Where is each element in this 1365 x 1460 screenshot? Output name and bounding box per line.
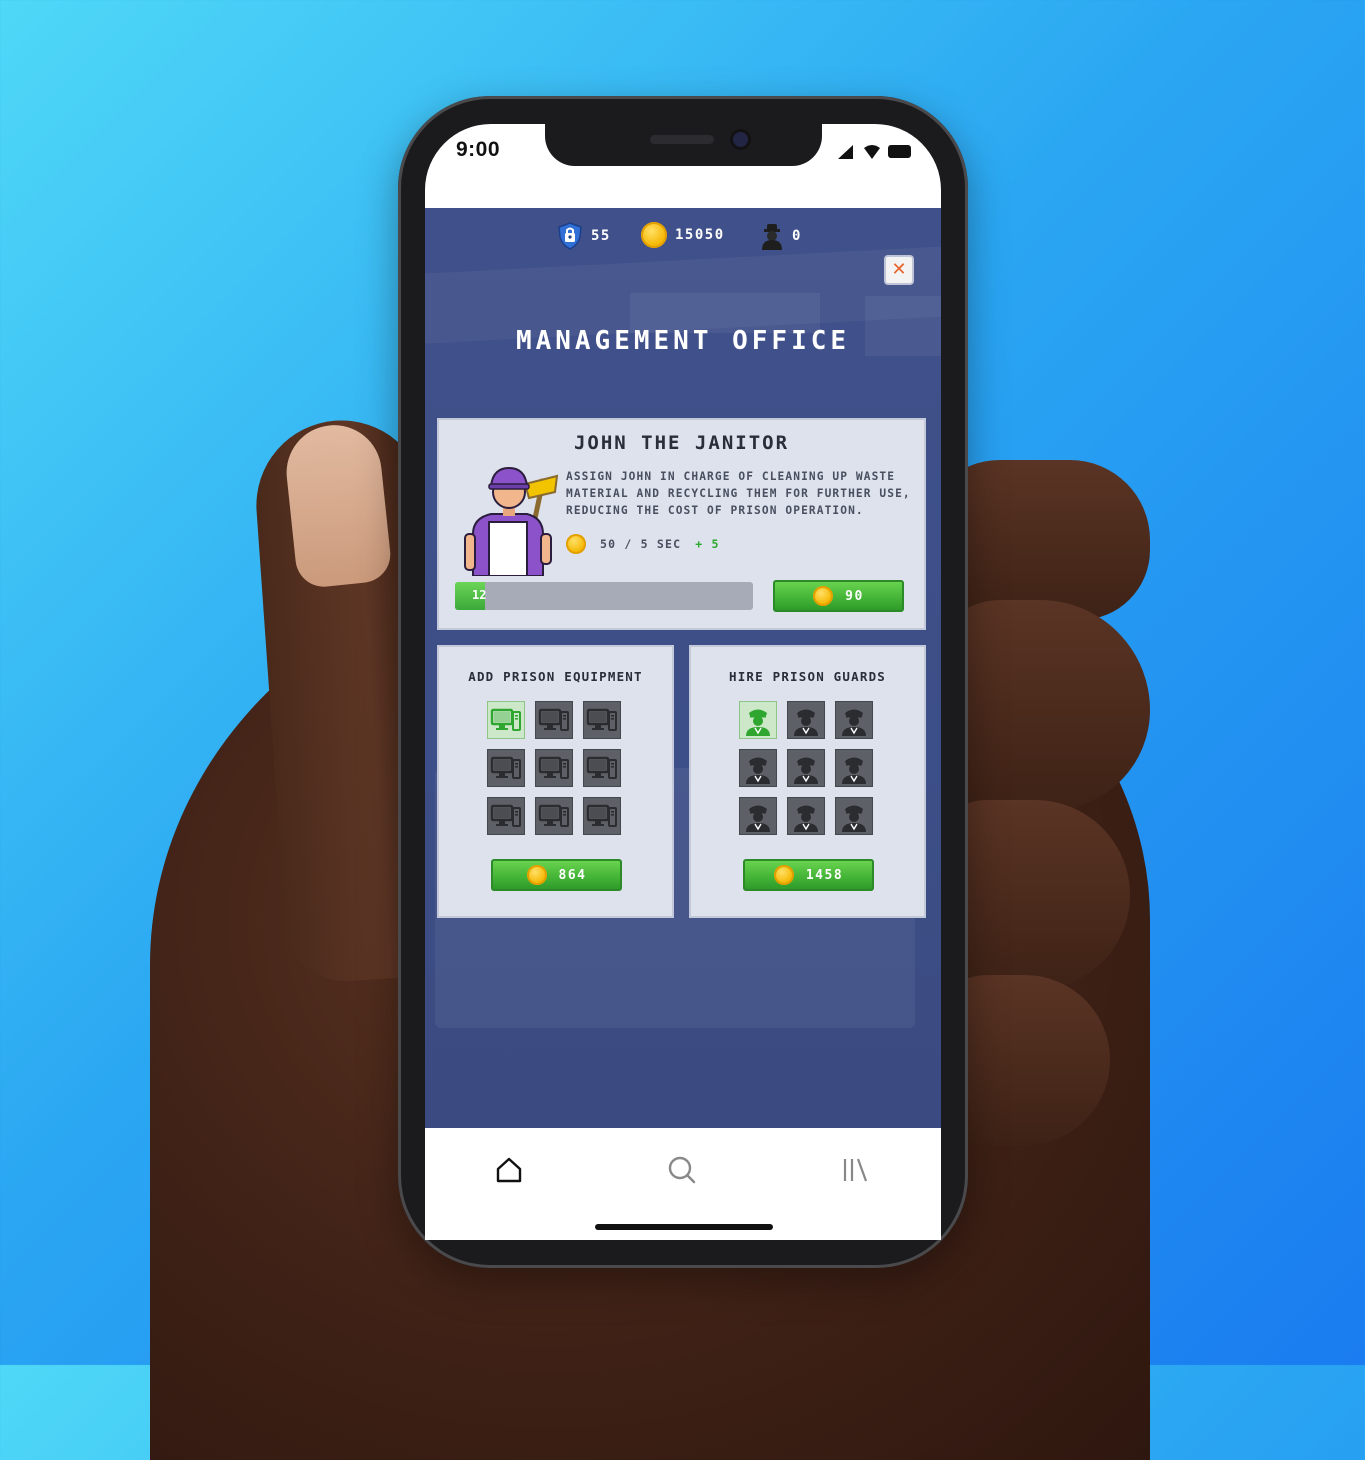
computer-icon: [586, 708, 617, 731]
page-title: MANAGEMENT OFFICE: [515, 326, 851, 356]
guards-card: HIRE PRISON GUARDS 1458: [689, 645, 926, 918]
guard-icon: [794, 709, 818, 736]
status-time: 9:00: [456, 138, 501, 161]
coin-icon: [641, 222, 667, 248]
home-indicator: [595, 1224, 773, 1230]
janitor-avatar: [464, 466, 559, 576]
library-icon: [843, 1158, 868, 1182]
coin-icon: [526, 865, 547, 885]
janitor-progress-bar: 12: [455, 582, 753, 610]
janitor-card: JOHN THE JANITOR ASSIGN JOHN IN CHARGE O…: [437, 418, 926, 630]
coin-icon: [566, 534, 586, 554]
equipment-slot[interactable]: [583, 797, 621, 835]
computer-icon: [490, 804, 521, 827]
computer-icon: [586, 804, 617, 827]
equipment-slot[interactable]: [535, 701, 573, 739]
guard-icon: [746, 757, 770, 784]
guards-cost: 1458: [805, 867, 844, 883]
guard-icon: [842, 757, 866, 784]
rate-value: 50 / 5 SEC: [600, 537, 682, 551]
nav-home[interactable]: [489, 1150, 529, 1190]
guard-slot[interactable]: [787, 749, 825, 787]
close-button[interactable]: ✕: [884, 255, 914, 285]
guards-grid: [739, 701, 879, 835]
hud-prisoners: 0: [760, 222, 802, 250]
equipment-slot[interactable]: [487, 797, 525, 835]
guard-slot[interactable]: [835, 797, 873, 835]
guard-icon: [842, 709, 866, 736]
rate-bonus: + 5: [695, 537, 720, 551]
income-rate: 50 / 5 SEC + 5: [566, 534, 720, 554]
camera: [733, 132, 748, 147]
equipment-slot[interactable]: [487, 749, 525, 787]
coin-count: 15050: [675, 227, 725, 243]
computer-icon: [538, 708, 569, 731]
equipment-cost: 864: [558, 867, 587, 883]
signal-icon: [838, 145, 853, 159]
buy-equipment-button[interactable]: 864: [491, 859, 622, 891]
equipment-grid: [487, 701, 627, 835]
equipment-slot[interactable]: [487, 701, 525, 739]
prisoner-count: 0: [792, 228, 802, 244]
guards-title: HIRE PRISON GUARDS: [728, 669, 887, 684]
equipment-slot[interactable]: [535, 749, 573, 787]
guard-icon: [842, 805, 866, 832]
guard-icon: [746, 709, 770, 736]
coin-icon: [773, 865, 794, 885]
equipment-slot[interactable]: [535, 797, 573, 835]
shield-icon: [558, 222, 582, 250]
computer-icon: [586, 756, 617, 779]
upgrade-janitor-button[interactable]: 90: [773, 580, 904, 612]
hud-bar: 55 15050 0: [425, 222, 941, 252]
upgrade-cost: 90: [845, 588, 864, 604]
notch: [545, 124, 822, 166]
guard-slot[interactable]: [835, 701, 873, 739]
janitor-name: JOHN THE JANITOR: [573, 432, 790, 454]
prisoner-icon: [762, 224, 782, 250]
hire-guard-button[interactable]: 1458: [743, 859, 874, 891]
guard-icon: [794, 757, 818, 784]
guard-icon: [794, 805, 818, 832]
computer-icon: [538, 756, 569, 779]
home-icon: [496, 1157, 522, 1183]
shield-count: 55: [591, 228, 611, 244]
search-icon: [668, 1156, 696, 1184]
guard-slot[interactable]: [787, 701, 825, 739]
wifi-icon: [864, 145, 880, 159]
hud-shield: 55: [557, 222, 611, 250]
guard-slot[interactable]: [739, 749, 777, 787]
game-area: 55 15050 0 ✕ MANAGEMENT OFFICE JOHN THE …: [425, 208, 941, 1128]
guard-slot[interactable]: [739, 797, 777, 835]
computer-icon: [490, 708, 521, 731]
guard-slot[interactable]: [739, 701, 777, 739]
equipment-slot[interactable]: [583, 701, 621, 739]
speaker: [650, 135, 714, 144]
nav-search[interactable]: [662, 1150, 702, 1190]
equipment-card: ADD PRISON EQUIPMENT 864: [437, 645, 674, 918]
guard-slot[interactable]: [787, 797, 825, 835]
equipment-slot[interactable]: [583, 749, 621, 787]
hud-coins: 15050: [641, 222, 725, 248]
battery-icon: [888, 145, 911, 158]
guard-icon: [746, 805, 770, 832]
janitor-description: ASSIGN JOHN IN CHARGE OF CLEANING UP WAS…: [566, 470, 911, 517]
computer-icon: [490, 756, 521, 779]
nav-library[interactable]: [835, 1150, 875, 1190]
coin-icon: [813, 586, 834, 606]
computer-icon: [538, 804, 569, 827]
progress-label: 12: [472, 588, 487, 602]
guard-slot[interactable]: [835, 749, 873, 787]
equipment-title: ADD PRISON EQUIPMENT: [468, 669, 643, 684]
